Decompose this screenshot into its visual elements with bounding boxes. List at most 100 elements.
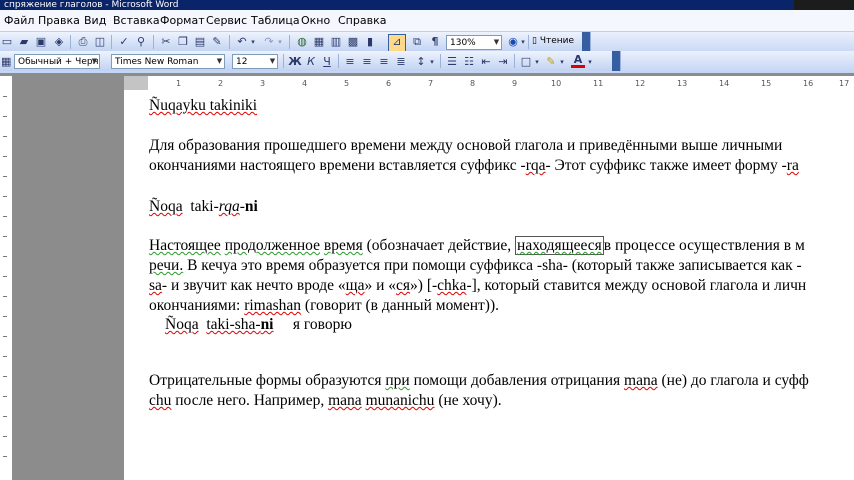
ruler-label: 9 [512,79,518,88]
spelling-icon[interactable]: ✓ [117,35,131,49]
cut-icon[interactable]: ✂ [159,35,173,49]
insert-table-icon[interactable]: ▥ [329,35,343,49]
document-map-icon[interactable]: ⧉ [410,35,424,49]
permission-icon[interactable]: ◈ [52,35,66,49]
document-page[interactable]: Ñuqayku takiniki Для образования прошедш… [124,90,854,480]
text-run: - Этот суффикс также имеет форму - [545,157,787,174]
undo-dropdown-icon[interactable]: ▾ [249,35,257,49]
open-icon[interactable]: ▰ [17,35,31,49]
underline-button[interactable]: Ч [320,55,334,69]
bold-button[interactable]: Ж [288,55,302,69]
new-document-icon[interactable]: ▭ [0,35,14,49]
horizontal-ruler[interactable]: 1 2 3 4 5 6 7 8 9 10 11 12 13 14 15 16 1… [124,76,854,91]
toolbar-separator [289,35,290,49]
menu-window[interactable]: Окно [301,14,330,27]
drawing-icon[interactable]: ⊿ [388,34,406,52]
hyperlink-icon[interactable]: ◍ [295,35,309,49]
chevron-down-icon[interactable]: ▼ [90,55,99,68]
text-run: (обозначает действие, [366,237,512,254]
ruler-label: 17 [839,79,850,88]
menu-tools[interactable]: Сервис [206,14,247,27]
align-center-icon[interactable]: ≡ [360,55,374,69]
toolbar-options-icon[interactable] [612,51,620,71]
heading-text: Ñuqayku takiniki [149,97,258,114]
menu-table[interactable]: Таблица [251,14,300,27]
font-size-select[interactable]: 12 ▼ [232,54,278,69]
insert-excel-icon[interactable]: ▩ [346,35,360,49]
menu-format[interactable]: Формат [160,14,205,27]
standard-toolbar-strip: ▭ ▰ ▣ ◈ ⎙ ◫ ✓ ⚲ ✂ ❐ ▤ ✎ ↶ ▾ ↷ ▾ ◍ ▦ ▥ ▩ … [0,32,591,52]
toolbar-options-icon[interactable] [582,32,590,52]
font-select[interactable]: Times New Roman ▼ [111,54,225,69]
chevron-down-icon[interactable]: ▼ [492,36,501,49]
help-icon[interactable]: ◉ [506,35,520,49]
example-translation: я говорю [292,316,352,333]
ruler-label: 10 [551,79,562,88]
text-run: Отрицательные формы образуются [149,372,382,389]
toolbar-separator [153,35,154,49]
paste-icon[interactable]: ▤ [193,35,207,49]
text-run: продолженное [224,237,320,254]
text-run: при [385,372,410,389]
text-run: -], который ставится между основой глаго… [466,277,807,294]
show-formatting-icon[interactable]: ¶ [428,35,442,49]
ruler-label: 6 [386,79,392,88]
reading-mode-button[interactable]: ▯ Чтение [532,36,574,46]
line-spacing-icon[interactable]: ↕ [414,55,428,69]
formatting-toolbar-strip: ▦ Обычный + Черн ▼ Times New Roman ▼ 12 … [0,51,621,71]
highlight-icon[interactable]: ✎ [544,55,558,69]
print-icon[interactable]: ⎙ [76,35,90,49]
menu-view[interactable]: Вид [84,14,106,27]
copy-icon[interactable]: ❐ [176,35,190,49]
zoom-value: 130% [450,38,476,48]
help-dropdown-icon[interactable]: ▾ [519,35,527,49]
format-painter-icon[interactable]: ✎ [210,35,224,49]
redo-dropdown-icon[interactable]: ▾ [276,35,284,49]
align-left-icon[interactable]: ≡ [343,55,357,69]
border-dropdown-icon[interactable]: ▾ [533,55,541,69]
styles-pane-icon[interactable]: ▦ [1,55,11,69]
text-run: находящееся [515,236,604,255]
increase-indent-icon[interactable]: ⇥ [496,55,510,69]
save-icon[interactable]: ▣ [34,35,48,49]
undo-icon[interactable]: ↶ [235,35,249,49]
highlight-dropdown-icon[interactable]: ▾ [558,55,566,69]
paragraph-3-line-1: Отрицательные формы образуются при помощ… [149,372,809,390]
menu-help[interactable]: Справка [338,14,386,27]
text-run: chu [149,392,172,409]
border-icon[interactable]: □ [519,55,533,69]
chevron-down-icon[interactable]: ▼ [215,55,224,68]
ruler-label: 5 [344,79,350,88]
justify-icon[interactable]: ≣ [394,55,408,69]
italic-button[interactable]: К [304,55,318,69]
numbering-icon[interactable]: ☰ [445,55,459,69]
font-color-icon[interactable]: A [571,54,585,68]
print-preview-icon[interactable]: ◫ [93,35,107,49]
title-bar: спряжение глаголов - Microsoft Word [0,0,854,10]
decrease-indent-icon[interactable]: ⇤ [479,55,493,69]
ruler-left-margin[interactable] [124,76,148,90]
zoom-select[interactable]: 130% ▼ [446,35,502,50]
menu-file[interactable]: Файл [4,14,34,27]
window-controls[interactable] [794,0,854,10]
ruler-label: 7 [428,79,434,88]
menu-bar: Файл Правка Вид Вставка Формат Сервис Та… [0,10,854,32]
text-run: Настоящее [149,237,221,254]
chevron-down-icon[interactable]: ▼ [268,55,277,68]
menu-insert[interactable]: Вставка [113,14,160,27]
example-2: Ñoqa taki-sha-ni я говорю [165,316,352,334]
research-icon[interactable]: ⚲ [134,35,148,49]
redo-icon[interactable]: ↷ [262,35,276,49]
align-right-icon[interactable]: ≡ [377,55,391,69]
toolbar-separator [111,35,112,49]
font-value: Times New Roman [115,57,199,67]
columns-icon[interactable]: ▮ [363,35,377,49]
font-color-dropdown-icon[interactable]: ▾ [586,55,594,69]
style-select[interactable]: Обычный + Черн ▼ [14,54,100,69]
ruler-label: 14 [719,79,730,88]
menu-edit[interactable]: Правка [38,14,80,27]
line-spacing-dropdown-icon[interactable]: ▾ [428,55,436,69]
paragraph-2-line-1: Настоящее продолженное время (обозначает… [149,236,805,255]
bullets-icon[interactable]: ☷ [462,55,476,69]
tables-borders-icon[interactable]: ▦ [312,35,326,49]
